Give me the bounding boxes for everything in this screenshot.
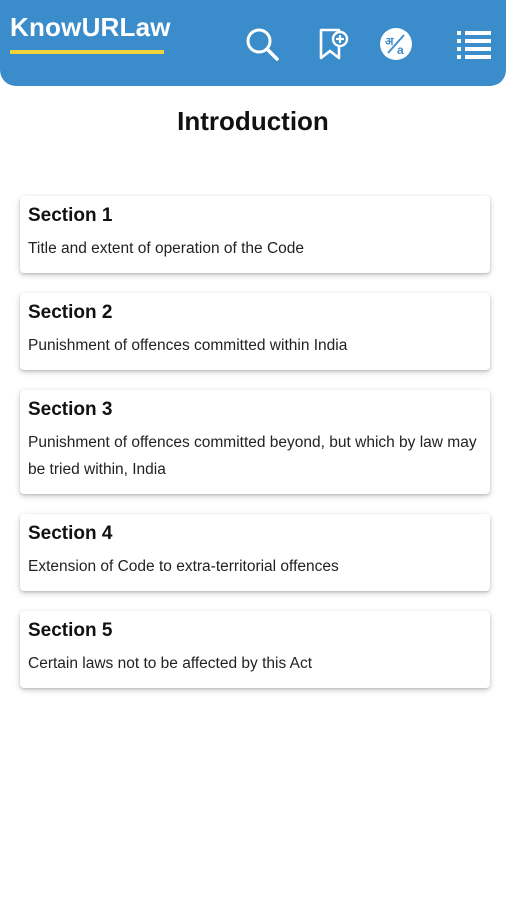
search-icon	[246, 28, 279, 61]
svg-text:a: a	[397, 43, 404, 57]
section-title: Section 1	[28, 205, 113, 226]
section-title: Section 2	[28, 302, 113, 323]
app-title: KnowURLaw	[10, 12, 171, 42]
section-list: Section 1 Title and extent of operation …	[20, 196, 490, 708]
section-description: Extension of Code to extra-territorial o…	[28, 558, 339, 575]
list-menu-icon	[457, 31, 491, 59]
section-description: Punishment of offences committed beyond,…	[28, 434, 477, 478]
section-description: Certain laws not to be affected by this …	[28, 655, 313, 672]
search-button[interactable]	[242, 24, 282, 64]
svg-text:अ: अ	[385, 36, 394, 48]
bookmark-add-icon	[319, 28, 349, 60]
translate-button[interactable]: अ a	[376, 24, 416, 64]
app-title-underline	[10, 50, 164, 54]
section-card-3[interactable]: Section 3 Punishment of offences committ…	[20, 390, 490, 494]
section-card-1[interactable]: Section 1 Title and extent of operation …	[20, 196, 490, 273]
page-title: Introduction	[177, 106, 329, 136]
section-title: Section 3	[28, 399, 113, 420]
bookmark-add-button[interactable]	[312, 24, 352, 64]
section-description: Punishment of offences committed within …	[28, 337, 348, 354]
section-card-5[interactable]: Section 5 Certain laws not to be affecte…	[20, 611, 490, 688]
menu-button[interactable]	[454, 24, 494, 64]
app-bar: KnowURLaw अ a	[0, 0, 506, 86]
section-description: Title and extent of operation of the Cod…	[28, 240, 305, 257]
section-title: Section 5	[28, 620, 113, 641]
section-card-2[interactable]: Section 2 Punishment of offences committ…	[20, 293, 490, 370]
language-translate-icon: अ a	[380, 28, 412, 60]
section-title: Section 4	[28, 523, 113, 544]
section-card-4[interactable]: Section 4 Extension of Code to extra-ter…	[20, 514, 490, 591]
